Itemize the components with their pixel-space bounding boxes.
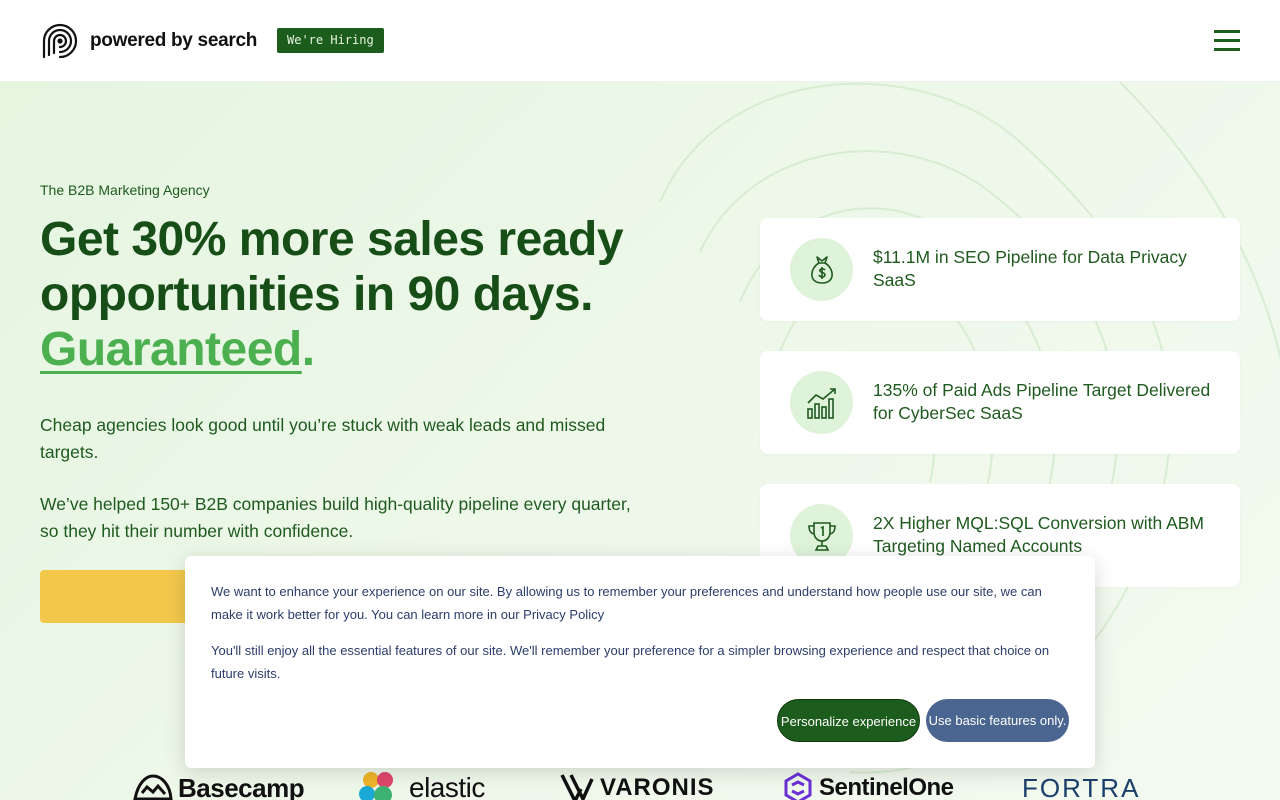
logo-label: Basecamp xyxy=(178,772,305,800)
stat-text: 2X Higher MQL:SQL Conversion with ABM Ta… xyxy=(873,513,1205,556)
client-logos: Basecamp elastic VARONIS SentinelOne FOR… xyxy=(0,768,1280,800)
personalize-experience-button[interactable]: Personalize experience xyxy=(777,699,920,742)
logo[interactable]: powered by search xyxy=(40,22,257,60)
site-header: powered by search We're Hiring xyxy=(0,0,1280,82)
stat-card: 135% of Paid Ads Pipeline Target Deliver… xyxy=(760,351,1240,454)
stat-text: $11.1M in SEO Pipeline for Data Privacy … xyxy=(873,247,1187,290)
hiring-badge[interactable]: We're Hiring xyxy=(277,28,384,53)
hero-paragraph-1: Cheap agencies look good until you’re st… xyxy=(40,415,606,462)
stat-card: $11.1M in SEO Pipeline for Data Privacy … xyxy=(760,218,1240,321)
privacy-policy-link[interactable]: Privacy Policy xyxy=(523,607,604,622)
hero-eyebrow: The B2B Marketing Agency xyxy=(40,182,210,198)
elastic-logo: elastic xyxy=(357,768,485,800)
logo-label: elastic xyxy=(409,772,485,800)
stat-text: 135% of Paid Ads Pipeline Target Deliver… xyxy=(873,380,1211,423)
headline-accent-link: Guaranteed xyxy=(40,323,302,376)
logo-label: SentinelOne xyxy=(819,774,954,800)
bar-chart-growth-icon xyxy=(790,371,853,434)
cookie-text-1-body: We want to enhance your experience on ou… xyxy=(211,584,1042,622)
fingerprint-logo-icon xyxy=(42,23,78,59)
varonis-logo: VARONIS xyxy=(560,768,715,800)
headline-main: Get 30% more sales ready opportunities i… xyxy=(40,213,624,321)
logo-label: FORTRA xyxy=(1022,772,1141,800)
hero-paragraph-2: We’ve helped 150+ B2B companies build hi… xyxy=(40,494,631,541)
use-basic-features-button[interactable]: Use basic features only. xyxy=(926,699,1069,742)
money-bag-icon xyxy=(790,238,853,301)
hero-headline: Get 30% more sales ready opportunities i… xyxy=(40,212,680,377)
cookie-consent-banner: We want to enhance your experience on ou… xyxy=(185,556,1095,768)
sentinelone-logo: SentinelOne xyxy=(783,768,954,800)
headline-period: . xyxy=(301,323,315,376)
basecamp-logo: Basecamp xyxy=(132,768,305,800)
cookie-text-2: You'll still enjoy all the essential fea… xyxy=(211,643,1050,681)
cookie-text-1: We want to enhance your experience on ou… xyxy=(211,581,1061,626)
hamburger-menu-icon[interactable] xyxy=(1214,30,1242,52)
logo-text: powered by search xyxy=(90,30,258,51)
logo-label: VARONIS xyxy=(600,774,715,800)
fortra-logo: FORTRA xyxy=(1022,768,1140,800)
